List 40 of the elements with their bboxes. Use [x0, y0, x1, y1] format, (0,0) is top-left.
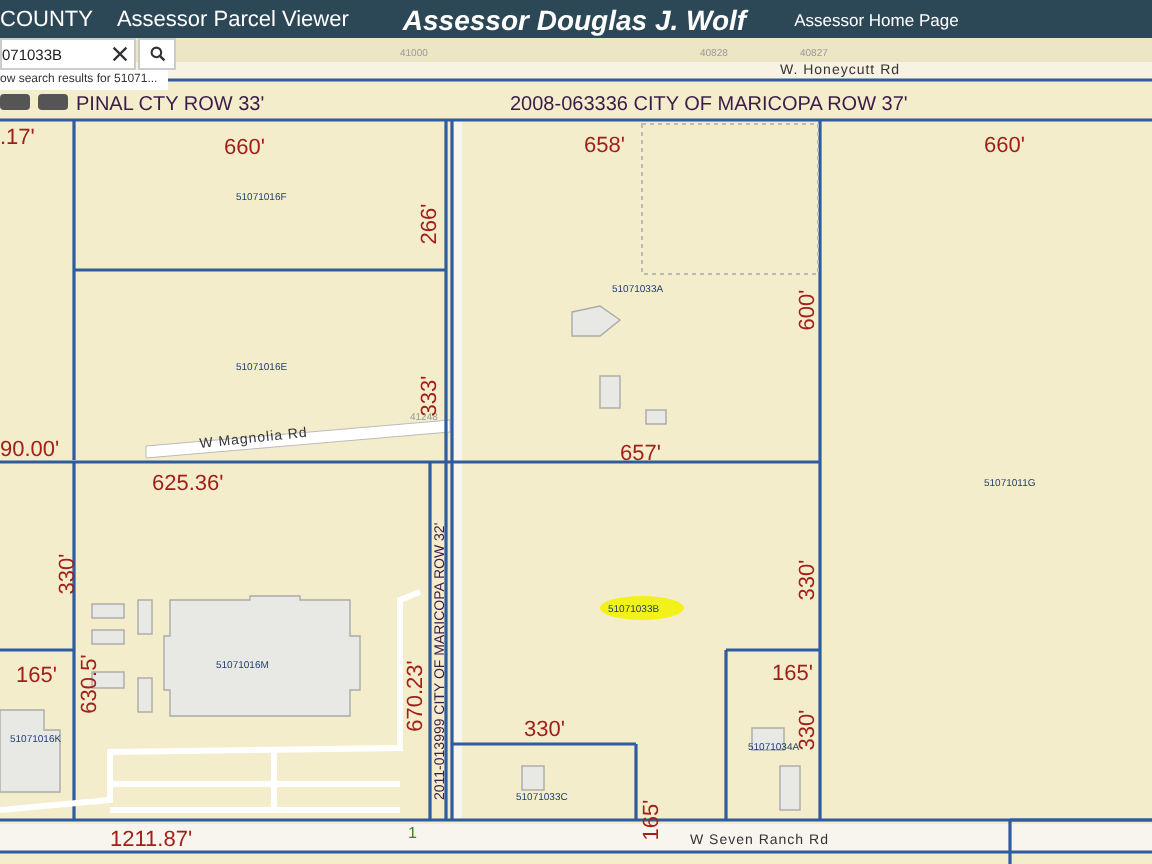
- dimension-label: 330': [56, 553, 80, 595]
- dimension-label: 625.36': [152, 472, 224, 496]
- dimension-label: 165': [16, 664, 57, 688]
- dimension-label: 330': [524, 718, 565, 742]
- dimension-label: 660': [224, 136, 265, 160]
- dimension-label: 266': [418, 203, 442, 245]
- home-page-link[interactable]: Assessor Home Page: [794, 9, 959, 29]
- dimension-label: 630.5': [78, 654, 102, 714]
- dimension-label: 330': [796, 559, 820, 601]
- building-footprint: [779, 765, 801, 811]
- dimension-label: 1211.87': [110, 828, 193, 852]
- close-icon[interactable]: [112, 46, 128, 62]
- dimension-label: 670.23': [404, 660, 428, 732]
- building-footprint: [137, 599, 153, 635]
- building-footprint: [599, 375, 621, 409]
- map-tool-button[interactable]: [0, 94, 30, 110]
- app-title: Assessor Parcel Viewer: [116, 7, 349, 31]
- dimension-label: .17': [0, 126, 35, 150]
- building-footprint: [645, 409, 667, 425]
- dimension-label: 657': [620, 442, 661, 466]
- building-footprint: [0, 709, 61, 793]
- building-footprint: [91, 629, 125, 645]
- dimension-label: 165': [772, 662, 813, 686]
- map-marker-number: 1: [408, 824, 417, 842]
- dimension-label: 90.00': [0, 438, 60, 462]
- building-footprint: [91, 603, 125, 619]
- building-footprint: [521, 765, 545, 791]
- search-button[interactable]: [138, 38, 176, 70]
- assessor-title: Assessor Douglas J. Wolf: [402, 3, 747, 35]
- dimension-label: 658': [584, 134, 625, 158]
- dimension-label: 660': [984, 134, 1025, 158]
- search-icon: [149, 46, 165, 62]
- map-tool-button[interactable]: [38, 94, 68, 110]
- building-footprint: [137, 677, 153, 713]
- county-title: COUNTY: [0, 7, 93, 31]
- building-footprint: [571, 305, 622, 337]
- right-of-way-label: PINAL CTY ROW 33': [76, 94, 265, 116]
- dimension-label: 600': [796, 289, 820, 331]
- right-of-way-label: 2008-063336 CITY OF MARICOPA ROW 37': [510, 94, 908, 116]
- dimension-label: 165': [640, 799, 664, 841]
